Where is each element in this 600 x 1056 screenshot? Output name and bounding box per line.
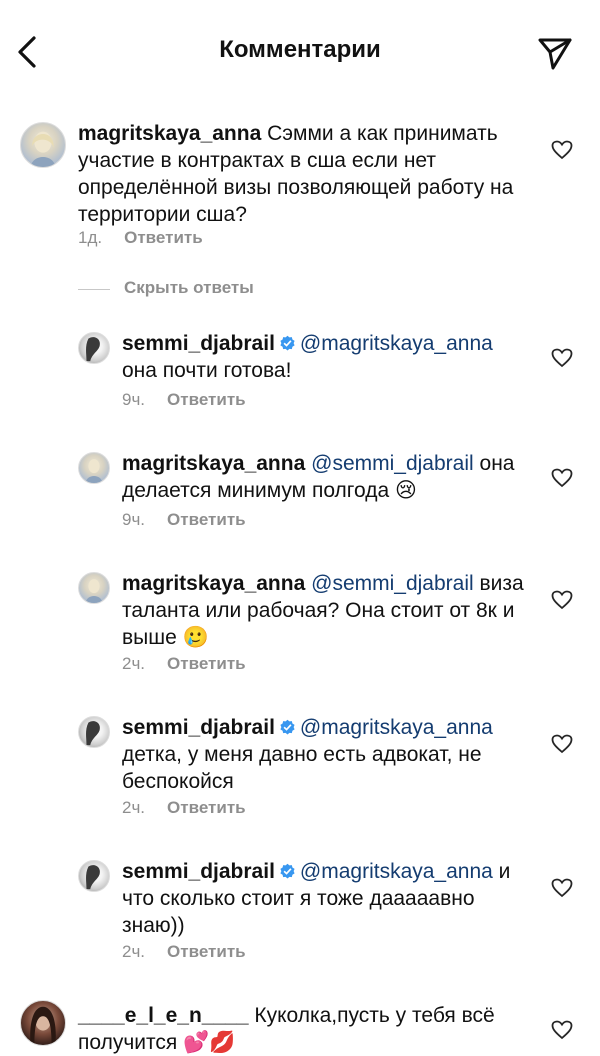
comment-body: она почти готова! [122,359,292,382]
like-button[interactable] [551,590,573,610]
comment-text: magritskaya_anna @semmi_djabrail она дел… [122,450,542,504]
avatar[interactable] [78,452,110,484]
reply-button[interactable]: Ответить [167,942,246,961]
avatar-photo-icon [85,459,103,483]
comment-text: magritskaya_anna Сэмми а как принимать у… [78,120,538,228]
reply-button[interactable]: Ответить [124,228,203,247]
avatar[interactable] [20,122,66,168]
like-button[interactable] [551,140,573,160]
like-button[interactable] [551,878,573,898]
avatar[interactable] [78,572,110,604]
like-button[interactable] [551,1020,573,1040]
reply-comment: semmi_djabrail @magritskaya_anna и что ск… [0,848,600,978]
mention-link[interactable]: @semmi_djabrail [311,452,474,475]
reply-comment: semmi_djabrail @magritskaya_anna детка, у… [0,704,600,834]
heart-icon [551,878,573,898]
reply-button[interactable]: Ответить [167,390,246,409]
avatar[interactable] [78,332,110,364]
reply-button[interactable]: Ответить [167,654,246,673]
like-button[interactable] [551,348,573,368]
timestamp: 1д. [78,228,103,247]
heart-icon [551,590,573,610]
verified-badge-icon [280,335,295,351]
comment-meta: 2ч. Ответить [122,654,246,674]
heart-icon [551,734,573,754]
avatar[interactable] [78,860,110,892]
comment-meta: 2ч. Ответить [122,798,246,818]
comment-text: semmi_djabrail @magritskaya_anna она почт… [122,330,542,384]
like-button[interactable] [551,734,573,754]
mention-link[interactable]: @magritskaya_anna [300,332,493,355]
avatar-photo-icon [30,1006,56,1045]
verified-badge-icon [280,719,295,735]
heart-icon [551,348,573,368]
avatar[interactable] [78,716,110,748]
timestamp: 2ч. [122,798,146,817]
reply-comment: magritskaya_anna @semmi_djabrail она дел… [0,440,600,550]
avatar-photo-icon [30,131,56,167]
hide-replies-label: Скрыть ответы [124,278,254,297]
timestamp: 2ч. [122,654,146,673]
avatar-photo-icon [86,721,100,746]
comment-body: детка, у меня давно есть адвокат, не бес… [122,743,482,793]
reply-comment: semmi_djabrail @magritskaya_anna она почт… [0,320,600,430]
timestamp: 9ч. [122,510,146,529]
avatar-photo-icon [86,865,100,890]
username[interactable]: semmi_djabrail [122,332,275,355]
username[interactable]: semmi_djabrail [122,716,275,739]
comment-meta: 1д. Ответить [78,228,203,248]
verified-badge-icon [280,863,295,879]
username[interactable]: ____e_l_e_n____ [78,1004,249,1027]
mention-link[interactable]: @semmi_djabrail [311,572,474,595]
header: Комментарии [0,0,600,104]
like-button[interactable] [551,468,573,488]
heart-icon [551,468,573,488]
comment-text: semmi_djabrail @magritskaya_anna и что ск… [122,858,542,939]
comment-meta: 2ч. Ответить [122,942,246,962]
mention-link[interactable]: @magritskaya_anna [300,860,493,883]
username[interactable]: magritskaya_anna [78,122,261,145]
avatar[interactable] [20,1000,66,1046]
comment-text: semmi_djabrail @magritskaya_anna детка, у… [122,714,542,795]
send-button[interactable] [536,32,574,72]
timestamp: 2ч. [122,942,146,961]
reply-button[interactable]: Ответить [167,510,246,529]
comment-meta: 9ч. Ответить [122,390,246,410]
avatar-photo-icon [86,337,100,362]
comment-text: ____e_l_e_n____ Куколка,пусть у тебя всё… [78,1002,538,1056]
heart-icon [551,140,573,160]
timestamp: 9ч. [122,390,146,409]
heart-icon [551,1020,573,1040]
username[interactable]: magritskaya_anna [122,572,305,595]
reply-button[interactable]: Ответить [167,798,246,817]
username[interactable]: semmi_djabrail [122,860,275,883]
comment: magritskaya_anna Сэмми а как принимать у… [0,104,600,264]
comment: ____e_l_e_n____ Куколка,пусть у тебя всё… [0,990,600,1055]
page-title: Комментарии [219,36,381,63]
comment-meta: 9ч. Ответить [122,510,246,530]
username[interactable]: magritskaya_anna [122,452,305,475]
reply-comment: magritskaya_anna @semmi_djabrail виза та… [0,560,600,690]
mention-link[interactable]: @magritskaya_anna [300,716,493,739]
comment-text: magritskaya_anna @semmi_djabrail виза та… [122,570,532,651]
avatar-photo-icon [85,579,103,603]
paper-plane-icon [538,38,572,70]
divider-line [78,289,110,290]
